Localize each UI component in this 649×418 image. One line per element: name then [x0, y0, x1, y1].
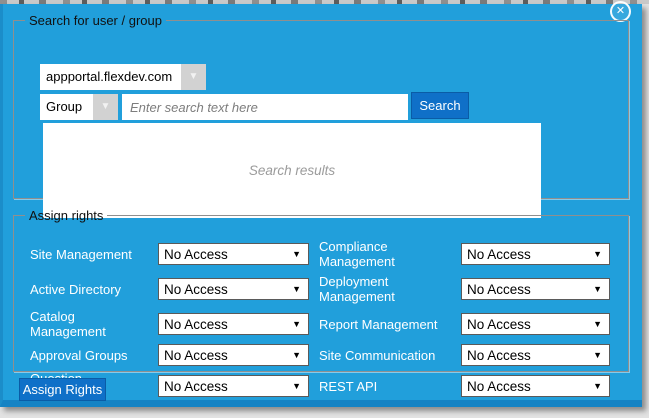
chevron-down-icon: ▼	[593, 319, 609, 329]
permission-select[interactable]: No Access ▼	[158, 344, 309, 366]
assign-rights-dialog: ✕ Search for user / group appportal.flex…	[0, 4, 642, 407]
permission-select-value: No Access	[462, 317, 593, 332]
domain-dropdown[interactable]: appportal.flexdev.com ▼	[40, 64, 206, 90]
permission-select-value: No Access	[159, 282, 292, 297]
permission-select[interactable]: No Access ▼	[158, 313, 309, 335]
chevron-down-icon: ▼	[292, 381, 308, 391]
permission-select[interactable]: No Access ▼	[158, 243, 309, 265]
assign-rights-button[interactable]: Assign Rights	[19, 378, 106, 401]
chevron-down-icon: ▼	[292, 249, 308, 259]
permission-select[interactable]: No Access ▼	[461, 375, 610, 397]
chevron-down-icon: ▼	[593, 284, 609, 294]
search-user-group-fieldset: Search for user / group appportal.flexde…	[13, 13, 629, 199]
permission-select-value: No Access	[159, 317, 292, 332]
permission-label: Catalog Management	[30, 309, 158, 339]
chevron-down-icon: ▼	[593, 381, 609, 391]
permission-select-value: No Access	[159, 247, 292, 262]
permission-label: Site Management	[30, 247, 158, 262]
chevron-down-icon: ▼	[593, 249, 609, 259]
permission-select[interactable]: No Access ▼	[158, 278, 309, 300]
assign-fieldset-legend: Assign rights	[25, 208, 107, 223]
permission-select-value: No Access	[462, 348, 593, 363]
permission-label: Site Communication	[319, 348, 461, 363]
search-button[interactable]: Search	[411, 92, 469, 119]
permission-label: REST API	[319, 379, 461, 394]
chevron-down-icon[interactable]: ▼	[181, 64, 206, 90]
chevron-down-icon: ▼	[292, 284, 308, 294]
search-input[interactable]	[122, 94, 408, 120]
permission-label: Deployment Management	[319, 274, 461, 304]
search-type-dropdown-value: Group	[40, 94, 93, 120]
permission-select-value: No Access	[462, 247, 593, 262]
permission-select-value: No Access	[159, 379, 292, 394]
permission-label: Approval Groups	[30, 348, 158, 363]
permission-label: Active Directory	[30, 282, 158, 297]
assign-rights-fieldset: Assign rights Site Management No Access …	[13, 208, 629, 372]
permission-select-value: No Access	[462, 282, 593, 297]
rights-grid: Site Management No Access ▼ Compliance M…	[30, 239, 620, 401]
search-results-panel[interactable]: Search results	[43, 123, 541, 218]
chevron-down-icon: ▼	[292, 350, 308, 360]
permission-select[interactable]: No Access ▼	[461, 278, 610, 300]
search-fieldset-legend: Search for user / group	[25, 13, 166, 28]
domain-dropdown-value: appportal.flexdev.com	[40, 64, 181, 90]
chevron-down-icon: ▼	[593, 350, 609, 360]
search-results-placeholder: Search results	[249, 163, 335, 178]
permission-select[interactable]: No Access ▼	[461, 243, 610, 265]
permission-select[interactable]: No Access ▼	[461, 313, 610, 335]
permission-select[interactable]: No Access ▼	[158, 375, 309, 397]
permission-label: Compliance Management	[319, 239, 461, 269]
permission-select[interactable]: No Access ▼	[461, 344, 610, 366]
permission-label: Report Management	[319, 317, 461, 332]
chevron-down-icon: ▼	[292, 319, 308, 329]
permission-select-value: No Access	[462, 379, 593, 394]
permission-select-value: No Access	[159, 348, 292, 363]
search-type-dropdown[interactable]: Group ▼	[40, 94, 118, 120]
chevron-down-icon[interactable]: ▼	[93, 94, 118, 120]
